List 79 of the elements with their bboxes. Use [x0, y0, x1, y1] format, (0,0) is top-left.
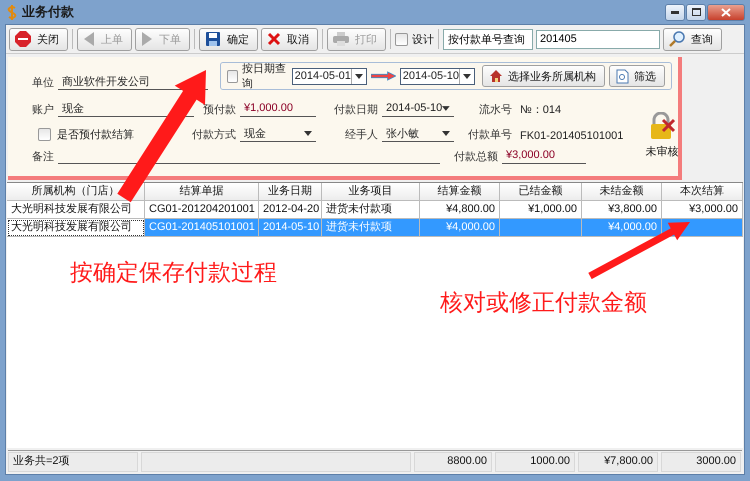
date-field[interactable]: 2014-05-10 — [400, 68, 476, 84]
column-header[interactable]: 业务日期 — [259, 183, 322, 201]
cancel-button[interactable]: 取消 — [261, 28, 318, 50]
serial-number: №：014 — [519, 103, 562, 117]
right-arrow-icon — [370, 71, 396, 81]
column-header[interactable]: 业务项目 — [322, 183, 420, 201]
payment-number: FK01-201405101001 — [519, 130, 624, 142]
input-field[interactable]: ¥1,000.00 — [240, 100, 316, 117]
field-label: 备注 — [31, 150, 55, 164]
field-label: 付款方式 — [191, 128, 237, 142]
summary-cell: ¥7,800.00 — [578, 452, 658, 472]
right-arrow-icon — [141, 32, 153, 46]
save-icon — [205, 31, 221, 47]
caret-icon — [354, 74, 363, 78]
left-arrow-icon — [83, 32, 95, 46]
stop-icon — [15, 31, 31, 47]
audit-status: 未审核 — [645, 144, 678, 159]
field-label: 付款单号 — [467, 128, 513, 142]
date-field[interactable]: 2014-05-01 — [292, 68, 367, 84]
table-cell: CG01-201405101001 — [145, 219, 259, 237]
annotation-text: 按确定保存付款过程 — [70, 259, 277, 288]
maximize-button[interactable] — [686, 4, 706, 20]
minimize-button[interactable] — [665, 4, 685, 20]
lock-icon — [648, 112, 675, 140]
filter-button[interactable]: 筛选 — [609, 65, 666, 87]
table-cell: ¥4,000.00 — [420, 219, 500, 237]
column-header[interactable]: 未结金额 — [582, 183, 662, 201]
search-icon — [669, 31, 685, 47]
summary-cell: 3000.00 — [661, 452, 741, 472]
checkbox[interactable] — [38, 128, 51, 141]
caret-icon — [442, 130, 450, 136]
summary-cell: 1000.00 — [495, 452, 575, 472]
table-row[interactable]: 大光明科技发展有限公司 CG01-201405101001 2014-05-10 进货未付款项 ¥4,000.00 ¥4,000.00 — [7, 219, 743, 237]
dollar-icon — [7, 4, 17, 20]
annotation-text: 核对或修正付款金额 — [440, 289, 647, 318]
query-field[interactable]: 201405 — [536, 30, 660, 48]
window-title: 业务付款 — [22, 3, 74, 21]
query-mode-dropdown[interactable]: 按付款单号查询 — [443, 28, 533, 50]
maximize-icon — [692, 8, 700, 16]
dropdown[interactable]: 张小敏 — [382, 125, 454, 142]
checkbox[interactable] — [395, 32, 408, 46]
column-header[interactable]: 本次结算 — [662, 183, 743, 201]
table-cell: 大光明科技发展有限公司 — [7, 219, 145, 237]
select-organization-button[interactable]: 选择业务所属机构 — [482, 65, 606, 87]
close-button[interactable] — [707, 4, 745, 20]
column-header[interactable]: 结算单据 — [145, 183, 259, 201]
close-icon — [721, 8, 731, 16]
table-cell: 2014-05-10 — [259, 219, 322, 237]
column-header[interactable]: 已结金额 — [500, 183, 582, 201]
dropdown[interactable]: 2014-05-10 — [382, 100, 454, 117]
caret-icon — [442, 106, 450, 110]
caret-icon — [304, 130, 312, 136]
caret-icon — [463, 74, 472, 78]
table-cell: ¥4,000.00 — [582, 219, 662, 237]
field-label: 经手人 — [344, 128, 379, 142]
field-label: 账户 — [31, 102, 55, 117]
table-cell: 进货未付款项 — [322, 219, 420, 237]
column-header[interactable]: 结算金额 — [420, 183, 500, 201]
dropdown[interactable]: 现金 — [240, 125, 316, 142]
field-label: 单位 — [31, 76, 55, 90]
printer-icon — [333, 32, 349, 46]
input-field[interactable]: ¥3,000.00 — [502, 147, 586, 164]
field-label: 流水号 — [478, 102, 513, 117]
summary-cell: 8800.00 — [414, 452, 492, 472]
summary-cell: 业务共=2项 — [8, 452, 138, 472]
checkbox-label: 按日期查询 — [242, 62, 288, 91]
field-label: 付款总额 — [453, 150, 499, 164]
checkbox-label: 设计 — [412, 32, 434, 46]
close-button[interactable]: 关闭 — [9, 28, 68, 50]
confirm-button[interactable]: 确定 — [199, 28, 258, 50]
house-icon — [489, 69, 504, 83]
search-button[interactable]: 查询 — [663, 28, 722, 50]
field-label: 付款日期 — [333, 103, 379, 117]
checkbox-label: 是否预付款结算 — [57, 128, 134, 142]
field-label: 预付款 — [202, 103, 237, 117]
close-icon — [267, 32, 281, 46]
document-search-icon — [616, 68, 630, 84]
minimize-icon — [671, 10, 679, 14]
checkbox[interactable] — [227, 70, 238, 82]
